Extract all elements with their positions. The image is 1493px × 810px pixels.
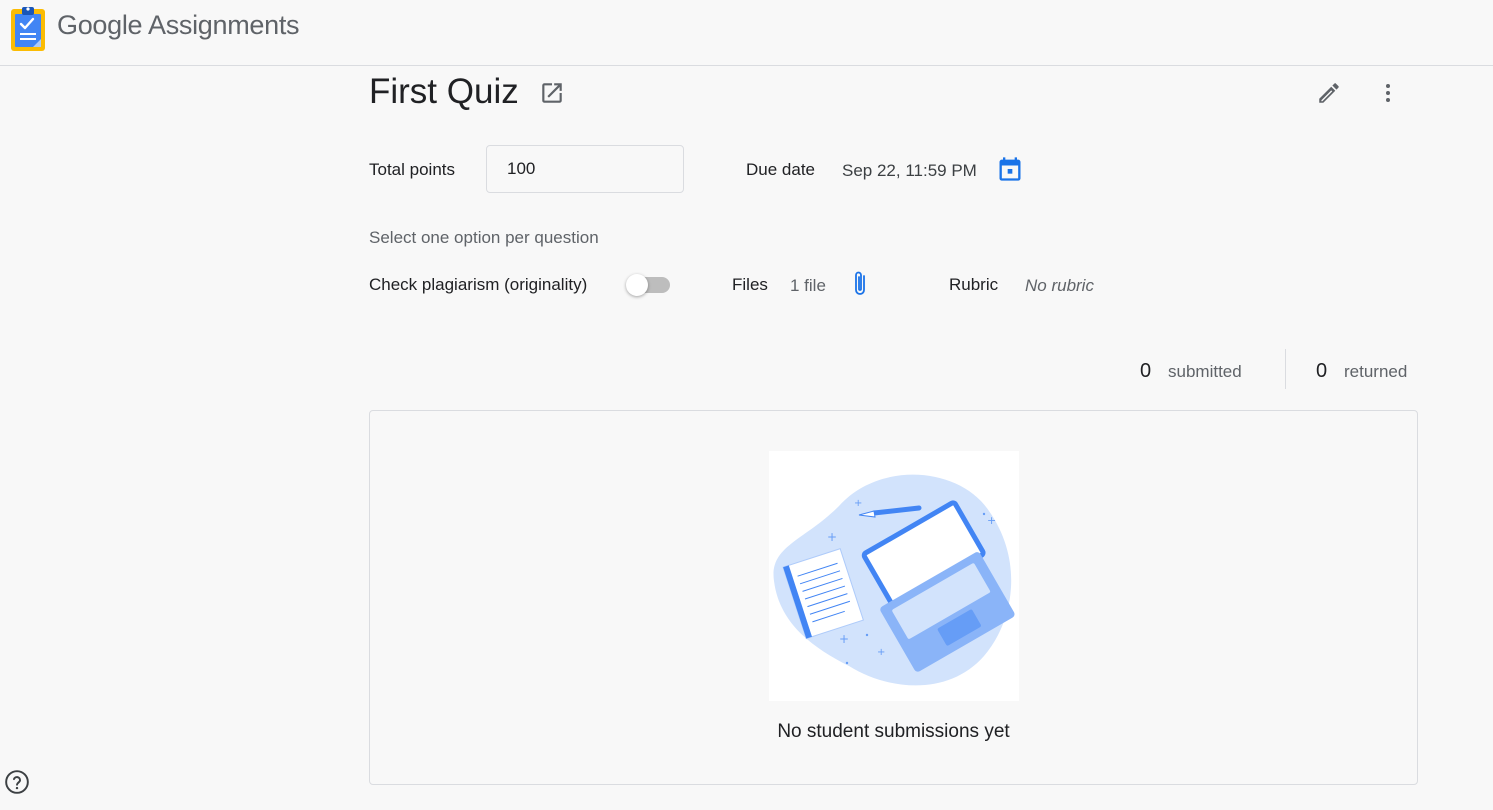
- files-label: Files: [732, 275, 768, 294]
- total-points-input[interactable]: 100: [486, 145, 684, 193]
- svg-text:+: +: [827, 530, 837, 544]
- svg-text:+: +: [839, 632, 849, 646]
- product-name: Assignments: [147, 10, 300, 40]
- empty-state-illustration: + + + + +: [769, 451, 1019, 701]
- brand-name: Google: [57, 10, 143, 40]
- help-circle-icon[interactable]: [4, 769, 30, 800]
- returned-count: 0: [1316, 360, 1328, 382]
- svg-text:+: +: [877, 647, 885, 658]
- plagiarism-toggle[interactable]: [626, 274, 672, 296]
- calendar-icon[interactable]: [996, 155, 1024, 188]
- svg-text:+: +: [854, 498, 862, 509]
- total-points-label: Total points: [369, 160, 455, 179]
- toggle-thumb: [626, 274, 648, 296]
- submitted-count: 0: [1140, 360, 1152, 382]
- returned-label: returned: [1344, 362, 1408, 381]
- assignments-logo-icon[interactable]: [10, 5, 46, 56]
- submitted-label: submitted: [1168, 362, 1242, 381]
- pencil-icon[interactable]: [1316, 80, 1342, 111]
- top-app-bar: Google Assignments: [0, 0, 1493, 66]
- submissions-panel: + + + + + No student submissions yet: [369, 410, 1418, 785]
- plagiarism-label: Check plagiarism (originality): [369, 275, 588, 294]
- assignment-title: First Quiz: [369, 72, 519, 111]
- svg-text:+: +: [987, 514, 996, 527]
- rubric-label: Rubric: [949, 275, 999, 294]
- app-logo-text: Google Assignments: [57, 10, 300, 41]
- paperclip-icon[interactable]: [848, 269, 872, 304]
- more-vert-icon[interactable]: [1376, 80, 1400, 111]
- files-value[interactable]: 1 file: [790, 276, 826, 296]
- stats-divider: [1285, 349, 1286, 389]
- empty-state-message: No student submissions yet: [777, 721, 1010, 742]
- due-date-value[interactable]: Sep 22, 11:59 PM: [842, 161, 977, 181]
- assignment-instructions: Select one option per question: [369, 228, 599, 247]
- due-date-label: Due date: [746, 160, 815, 179]
- open-in-new-icon[interactable]: [539, 80, 565, 111]
- rubric-value[interactable]: No rubric: [1025, 276, 1094, 296]
